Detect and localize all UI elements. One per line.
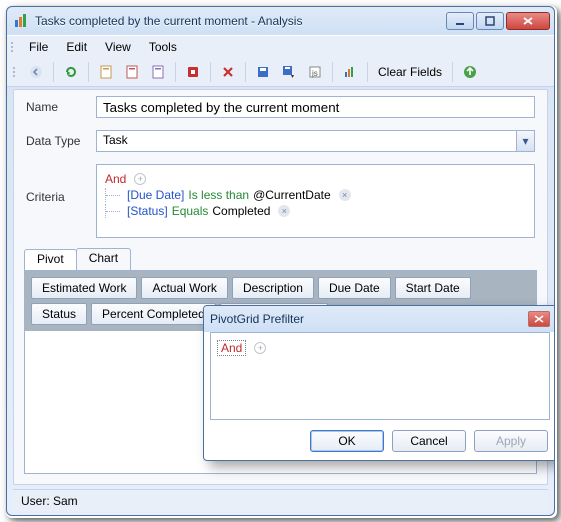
criteria-field-1[interactable]: [Status] [127, 204, 168, 218]
titlebar[interactable]: Tasks completed by the current moment - … [7, 7, 554, 35]
dialog-titlebar[interactable]: PivotGrid Prefilter [204, 306, 555, 332]
script-icon[interactable]: js [304, 61, 326, 83]
chart-tool-icon[interactable] [339, 61, 361, 83]
main-window: Tasks completed by the current moment - … [6, 6, 555, 516]
datatype-value: Task [97, 131, 516, 151]
apply-button[interactable]: Apply [474, 430, 548, 452]
criteria-editor[interactable]: And + [Due Date] Is less than @CurrentDa… [96, 164, 535, 238]
app-icon [13, 13, 29, 29]
statusbar: User: Sam [13, 489, 548, 511]
pivot-field[interactable]: Estimated Work [31, 277, 137, 299]
stop-icon[interactable] [182, 61, 204, 83]
criteria-label: Criteria [26, 164, 96, 204]
maximize-button[interactable] [476, 12, 504, 30]
pivot-field[interactable]: Due Date [318, 277, 391, 299]
criteria-field-0[interactable]: [Due Date] [127, 188, 184, 202]
export-up-icon[interactable] [459, 61, 481, 83]
ok-button[interactable]: OK [310, 430, 384, 452]
criteria-val-0[interactable]: @CurrentDate [253, 188, 331, 202]
remove-condition-icon[interactable]: × [278, 205, 290, 217]
save-icon[interactable] [252, 61, 274, 83]
dialog-title: PivotGrid Prefilter [210, 312, 304, 326]
dialog-criteria-editor[interactable]: And + [210, 332, 550, 420]
toolbar: js Clear Fields [7, 57, 554, 87]
datatype-label: Data Type [26, 134, 96, 148]
criteria-val-1[interactable]: Completed [212, 204, 270, 218]
menu-tools[interactable]: Tools [141, 38, 185, 56]
save-dropdown-icon[interactable] [278, 61, 300, 83]
name-label: Name [26, 100, 96, 114]
cancel-button[interactable]: Cancel [392, 430, 466, 452]
svg-text:js: js [311, 69, 318, 78]
pivot-field[interactable]: Description [232, 277, 314, 299]
dialog-criteria-root[interactable]: And [217, 340, 246, 356]
close-button[interactable] [506, 12, 550, 30]
name-input[interactable] [96, 96, 535, 118]
dialog-close-button[interactable] [528, 311, 550, 327]
clear-fields-button[interactable]: Clear Fields [374, 65, 446, 79]
tab-pivot[interactable]: Pivot [24, 249, 77, 271]
menu-view[interactable]: View [97, 38, 139, 56]
pivot-field[interactable]: Start Date [395, 277, 471, 299]
menu-file[interactable]: File [21, 38, 56, 56]
doc3-icon[interactable] [147, 61, 169, 83]
tab-chart[interactable]: Chart [76, 248, 131, 270]
add-condition-icon[interactable]: + [134, 173, 146, 185]
doc1-icon[interactable] [95, 61, 117, 83]
remove-condition-icon[interactable]: × [339, 189, 351, 201]
datatype-combo[interactable]: Task ▾ [96, 130, 535, 152]
minimize-button[interactable] [446, 12, 474, 30]
doc2-icon[interactable] [121, 61, 143, 83]
menubar: File Edit View Tools [7, 35, 554, 57]
prefilter-dialog: PivotGrid Prefilter And + OK Cancel Appl… [203, 305, 555, 461]
window-title: Tasks completed by the current moment - … [35, 14, 446, 28]
pivot-field[interactable]: Percent Completed [91, 303, 216, 325]
pivot-field[interactable]: Actual Work [141, 277, 227, 299]
back-icon[interactable] [25, 61, 47, 83]
criteria-op-0[interactable]: Is less than [188, 188, 249, 202]
delete-icon[interactable] [217, 61, 239, 83]
pivot-field[interactable]: Status [31, 303, 87, 325]
criteria-op-1[interactable]: Equals [172, 204, 209, 218]
add-condition-icon[interactable]: + [254, 342, 266, 354]
criteria-root[interactable]: And [105, 172, 126, 186]
refresh-icon[interactable] [60, 61, 82, 83]
status-user: User: Sam [21, 494, 78, 508]
chevron-down-icon[interactable]: ▾ [516, 131, 534, 151]
menu-edit[interactable]: Edit [58, 38, 95, 56]
